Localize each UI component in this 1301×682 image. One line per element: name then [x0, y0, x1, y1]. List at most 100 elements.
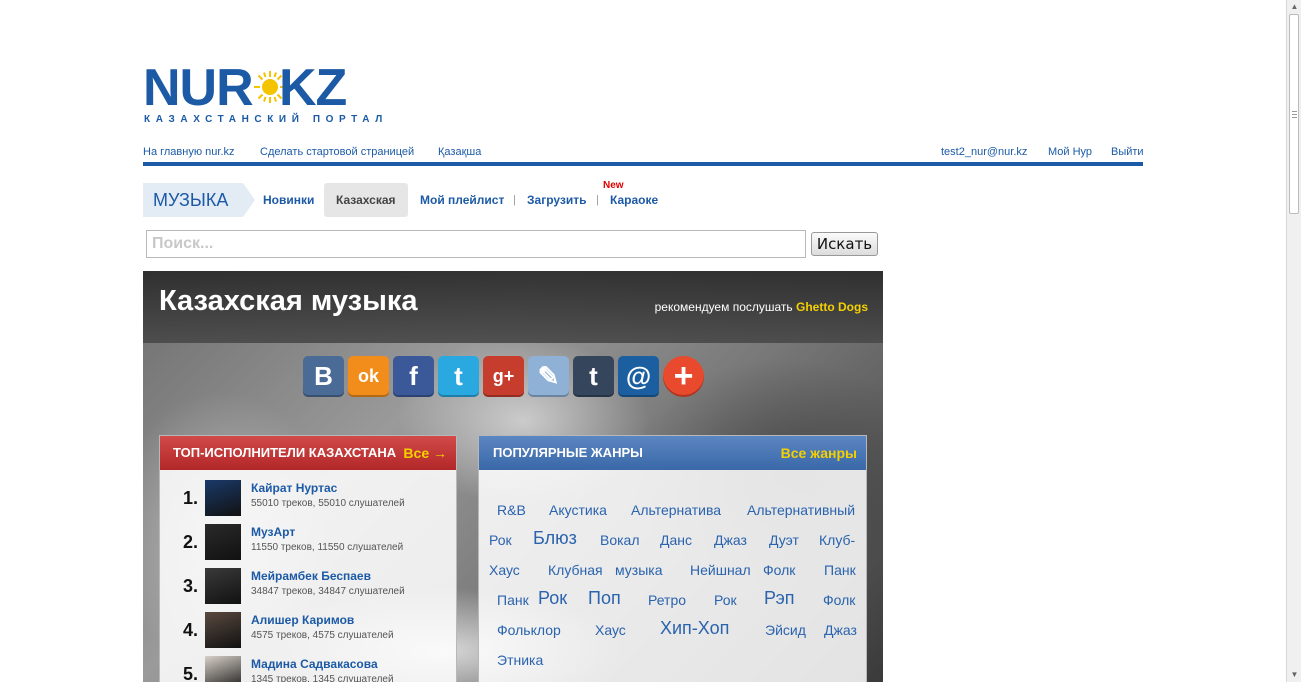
- search-input[interactable]: [146, 230, 806, 258]
- nav-separator: |: [596, 194, 599, 206]
- recommend-text: рекомендуем послушать: [654, 300, 793, 314]
- genre-link[interactable]: Фолк: [763, 562, 795, 578]
- artist-photo[interactable]: [205, 612, 241, 648]
- genre-link[interactable]: Рок: [538, 588, 567, 609]
- site-logo[interactable]: NUR KZ КАЗАХСТАНСКИЙ ПОРТАЛ: [143, 59, 382, 128]
- page-title: Казахская музыка: [159, 285, 418, 317]
- logo-tagline: КАЗАХСТАНСКИЙ ПОРТАЛ: [144, 114, 388, 125]
- logo-word-left: NUR: [143, 59, 254, 117]
- genres-header: ПОПУЛЯРНЫЕ ЖАНРЫ Все жанры: [479, 436, 866, 470]
- nav-karaoke[interactable]: Караоке: [610, 183, 658, 217]
- search-button[interactable]: Искать: [811, 232, 878, 256]
- genre-link[interactable]: Рок: [714, 592, 737, 608]
- genre-link[interactable]: Хип-Хоп: [660, 618, 729, 639]
- artist-stats: 55010 треков, 55010 слушателей: [251, 498, 405, 509]
- genre-link[interactable]: Клубная: [548, 562, 603, 578]
- genre-link[interactable]: Ретро: [648, 592, 686, 608]
- nav-separator: |: [513, 194, 516, 206]
- genre-link[interactable]: Клуб-: [819, 532, 855, 548]
- google-plus-icon[interactable]: g+: [483, 356, 524, 397]
- facebook-icon[interactable]: f: [393, 356, 434, 397]
- artist-stats: 4575 треков, 4575 слушателей: [251, 630, 394, 641]
- artist-name-link[interactable]: Кайрат Нуртас: [251, 481, 337, 495]
- genre-link[interactable]: Джаз: [714, 532, 747, 548]
- artist-rank: 4.: [183, 620, 199, 640]
- recommended-artist-link[interactable]: Ghetto Dogs: [796, 300, 868, 314]
- mail-icon[interactable]: @: [618, 356, 659, 397]
- livejournal-icon[interactable]: ✎: [528, 356, 569, 397]
- artist-stats: 11550 треков, 11550 слушателей: [251, 542, 404, 553]
- artist-photo[interactable]: [205, 568, 241, 604]
- artist-rank: 1.: [183, 488, 199, 508]
- my-nur-link[interactable]: Мой Нур: [1048, 146, 1092, 158]
- user-email-link[interactable]: test2_nur@nur.kz: [941, 146, 1027, 158]
- artist-name-link[interactable]: Мадина Садвакасова: [251, 657, 378, 671]
- genre-link[interactable]: Акустика: [549, 502, 607, 518]
- genre-link[interactable]: Альтернативный: [747, 502, 855, 518]
- genre-link[interactable]: Поп: [588, 588, 621, 609]
- top-artists-heading: ТОП-ИСПОЛНИТЕЛИ КАЗАХСТАНА: [173, 445, 397, 460]
- genre-link[interactable]: Фолк: [823, 592, 855, 608]
- vertical-scrollbar[interactable]: ▲ ▼: [1286, 0, 1301, 682]
- artist-row[interactable]: 3. Мейрамбек Беспаев 34847 треков, 34847 с…: [160, 568, 456, 608]
- section-title[interactable]: МУЗЫКА: [143, 183, 255, 217]
- artist-row[interactable]: 1. Кайрат Нуртас 55010 треков, 55010 слуша…: [160, 480, 456, 520]
- genre-link[interactable]: Фольклор: [497, 622, 561, 638]
- genre-link[interactable]: R&B: [497, 502, 526, 518]
- genre-link[interactable]: Этника: [497, 652, 543, 668]
- artist-rank: 5.: [183, 664, 199, 682]
- nav-upload[interactable]: Загрузить: [527, 183, 586, 217]
- home-link[interactable]: На главную nur.kz: [143, 146, 235, 158]
- nav-my-playlist[interactable]: Мой плейлист: [420, 183, 504, 217]
- artist-photo[interactable]: [205, 524, 241, 560]
- genre-link[interactable]: Альтернатива: [631, 502, 721, 518]
- nav-kazakh[interactable]: Казахская: [324, 183, 408, 217]
- genre-link[interactable]: Хаус: [595, 622, 626, 638]
- genre-link[interactable]: Дуэт: [769, 532, 799, 548]
- more-icon[interactable]: +: [663, 356, 704, 397]
- artist-row[interactable]: 4. Алишер Каримов 4575 треков, 4575 слушат…: [160, 612, 456, 652]
- odnoklassniki-icon[interactable]: ok: [348, 356, 389, 397]
- genre-link[interactable]: Джаз: [824, 622, 857, 638]
- logo-word-right: KZ: [279, 59, 347, 117]
- artist-rank: 3.: [183, 576, 199, 596]
- all-genres-link[interactable]: Все жанры: [781, 436, 857, 470]
- genre-link[interactable]: Рок: [489, 532, 512, 548]
- header-divider: [143, 162, 1143, 166]
- recommendation: рекомендуем послушать Ghetto Dogs: [655, 300, 868, 314]
- scroll-down-arrow-icon[interactable]: ▼: [1287, 668, 1301, 682]
- artist-photo[interactable]: [205, 480, 241, 516]
- genre-link[interactable]: Вокал: [600, 532, 640, 548]
- logout-link[interactable]: Выйти: [1111, 146, 1144, 158]
- genre-link[interactable]: Панк: [824, 562, 856, 578]
- genre-link[interactable]: Блюз: [533, 528, 577, 549]
- vk-icon[interactable]: В: [303, 356, 344, 397]
- hero-banner: Казахская музыка рекомендуем послушать G…: [143, 271, 883, 682]
- twitter-icon[interactable]: t: [438, 356, 479, 397]
- artist-name-link[interactable]: Мейрамбек Беспаев: [251, 569, 371, 583]
- artist-name-link[interactable]: МузАрт: [251, 525, 295, 539]
- artist-row[interactable]: 2. МузАрт 11550 треков, 11550 слушателей: [160, 524, 456, 564]
- genre-link[interactable]: музыка: [615, 562, 662, 578]
- nav-new-releases[interactable]: Новинки: [263, 183, 314, 217]
- tumblr-icon[interactable]: t: [573, 356, 614, 397]
- genre-link[interactable]: Хаус: [489, 562, 520, 578]
- genres-heading: ПОПУЛЯРНЫЕ ЖАНРЫ: [493, 445, 643, 460]
- genre-link[interactable]: Панк: [497, 592, 529, 608]
- genre-link[interactable]: Рэп: [764, 588, 795, 609]
- artist-stats: 34847 треков, 34847 слушателей: [251, 586, 405, 597]
- scroll-up-arrow-icon[interactable]: ▲: [1287, 0, 1301, 14]
- scroll-thumb[interactable]: [1289, 14, 1299, 214]
- genre-link[interactable]: Нейшнал: [690, 562, 751, 578]
- make-homepage-link[interactable]: Сделать стартовой страницей: [260, 146, 414, 158]
- genre-link[interactable]: Эйсид: [765, 622, 806, 638]
- artist-row[interactable]: 5. Мадина Садвакасова 1345 треков, 1345 сл…: [160, 656, 456, 682]
- artist-stats: 1345 треков, 1345 слушателей: [251, 674, 394, 682]
- kazakh-language-link[interactable]: Қазақша: [438, 146, 481, 158]
- all-artists-link[interactable]: Все →: [403, 436, 447, 470]
- artist-photo[interactable]: [205, 656, 241, 682]
- genre-link[interactable]: Данс: [660, 532, 692, 548]
- artist-rank: 2.: [183, 532, 199, 552]
- artist-name-link[interactable]: Алишер Каримов: [251, 613, 354, 627]
- top-artists-header: ТОП-ИСПОЛНИТЕЛИ КАЗАХСТАНА Все →: [160, 436, 456, 470]
